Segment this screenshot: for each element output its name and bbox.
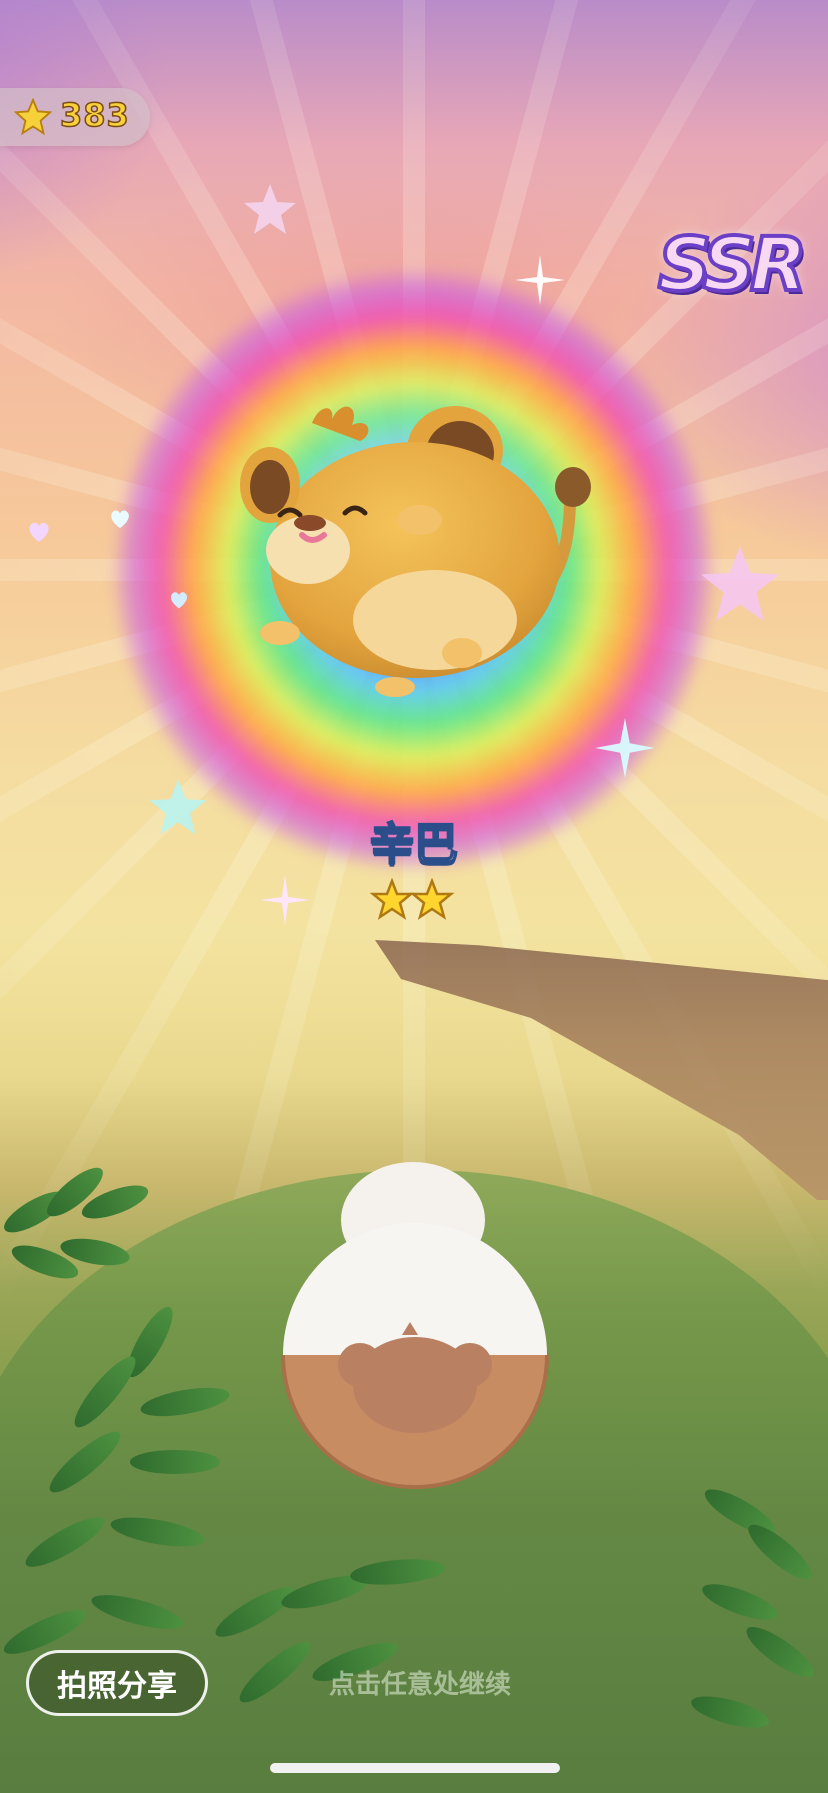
- star-count: 383: [59, 95, 130, 135]
- twinkle-icon: [260, 875, 310, 925]
- star-sparkle-icon: [701, 546, 779, 621]
- star-counter[interactable]: 383: [0, 88, 150, 146]
- star-rating: [370, 878, 455, 920]
- star-sparkle-icon: [244, 184, 296, 234]
- star-icon: [14, 98, 52, 136]
- star-sparkle-icon: [149, 779, 207, 835]
- home-indicator[interactable]: [270, 1763, 560, 1773]
- rating-star-icon: [409, 878, 455, 920]
- rating-star-icon: [370, 878, 415, 920]
- character-name: 辛巴: [369, 818, 459, 871]
- rarity-badge: SSR: [656, 220, 809, 310]
- twinkle-icon: [515, 255, 565, 305]
- gacha-capsule[interactable]: [270, 1160, 560, 1500]
- game-scene[interactable]: 辛巴 383 SSR 拍照分享 点击任意处继续: [0, 0, 828, 1793]
- leaf-branch: [688, 1480, 828, 1790]
- simba-character[interactable]: [240, 395, 610, 715]
- continue-hint: 点击任意处继续: [328, 1670, 511, 1700]
- heart-sparkle-icon: [111, 510, 129, 529]
- twinkle-icon: [595, 718, 655, 778]
- heart-sparkle-icon: [170, 592, 188, 609]
- heart-sparkle-icon: [29, 522, 49, 542]
- share-photo-button[interactable]: 拍照分享: [26, 1650, 208, 1716]
